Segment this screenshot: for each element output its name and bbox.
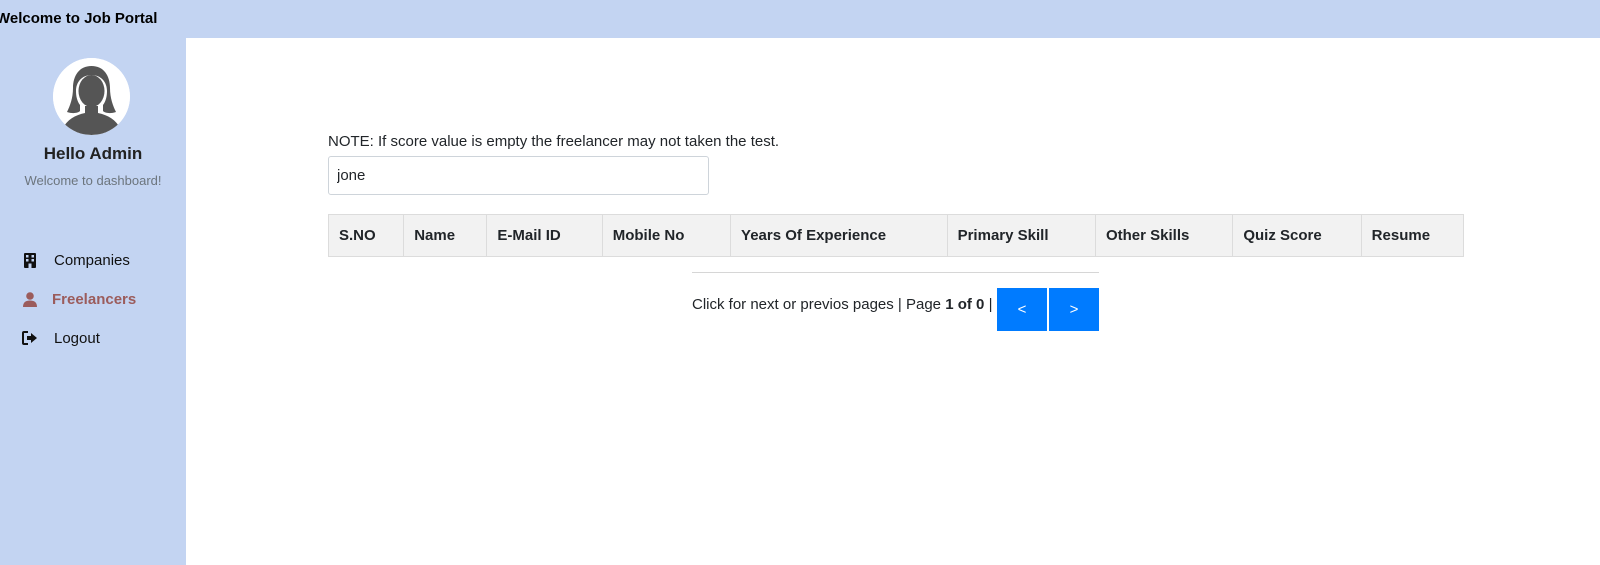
score-note: NOTE: If score value is empty the freela… bbox=[328, 133, 780, 150]
table-header-row: S.NO Name E-Mail ID Mobile No Years Of E… bbox=[327, 214, 1465, 257]
column-header-other-skills[interactable]: Other Skills bbox=[1094, 214, 1234, 257]
column-header-email[interactable]: E-Mail ID bbox=[486, 214, 603, 257]
welcome-subtitle: Welcome to dashboard! bbox=[24, 173, 162, 188]
column-header-experience[interactable]: Years Of Experience bbox=[730, 214, 948, 257]
pagination-info: Click for next or previos pages | Page 1… bbox=[692, 296, 992, 313]
sidebar-item-freelancers[interactable]: Freelancers bbox=[22, 287, 182, 311]
column-header-mobile[interactable]: Mobile No bbox=[601, 214, 732, 257]
page-info: 1 of 0 bbox=[945, 296, 985, 313]
sidebar-item-logout[interactable]: Logout bbox=[22, 326, 182, 350]
user-avatar-icon bbox=[53, 58, 130, 135]
top-bar: Welcome to Job Portal bbox=[0, 0, 1600, 38]
sidebar-item-label: Companies bbox=[54, 251, 130, 269]
column-header-name[interactable]: Name bbox=[403, 214, 488, 257]
sidebar-item-label: Logout bbox=[54, 329, 100, 347]
search-input[interactable] bbox=[328, 156, 709, 195]
column-header-sno[interactable]: S.NO bbox=[327, 214, 405, 257]
column-header-quiz-score[interactable]: Quiz Score bbox=[1232, 214, 1362, 257]
previous-page-button[interactable]: < bbox=[997, 288, 1047, 331]
logout-icon bbox=[22, 330, 38, 346]
divider bbox=[692, 272, 1099, 273]
pagination-separator: | bbox=[988, 296, 993, 313]
avatar bbox=[53, 58, 130, 135]
greeting: Hello Admin bbox=[43, 144, 143, 163]
main-content: NOTE: If score value is empty the freela… bbox=[186, 38, 1600, 565]
user-icon bbox=[22, 291, 38, 307]
app-title: Welcome to Job Portal bbox=[0, 10, 158, 27]
sidebar-item-label: Freelancers bbox=[52, 290, 137, 308]
column-header-primary-skill[interactable]: Primary Skill bbox=[946, 214, 1096, 257]
pagination-text: Click for next or previos pages | Page bbox=[692, 296, 942, 313]
freelancers-table: S.NO Name E-Mail ID Mobile No Years Of E… bbox=[327, 214, 1465, 257]
sidebar-item-companies[interactable]: Companies bbox=[22, 248, 182, 272]
column-header-resume[interactable]: Resume bbox=[1360, 214, 1465, 257]
sidebar: Hello Admin Welcome to dashboard! Compan… bbox=[0, 38, 186, 565]
next-page-button[interactable]: > bbox=[1049, 288, 1099, 331]
building-icon bbox=[22, 252, 38, 268]
